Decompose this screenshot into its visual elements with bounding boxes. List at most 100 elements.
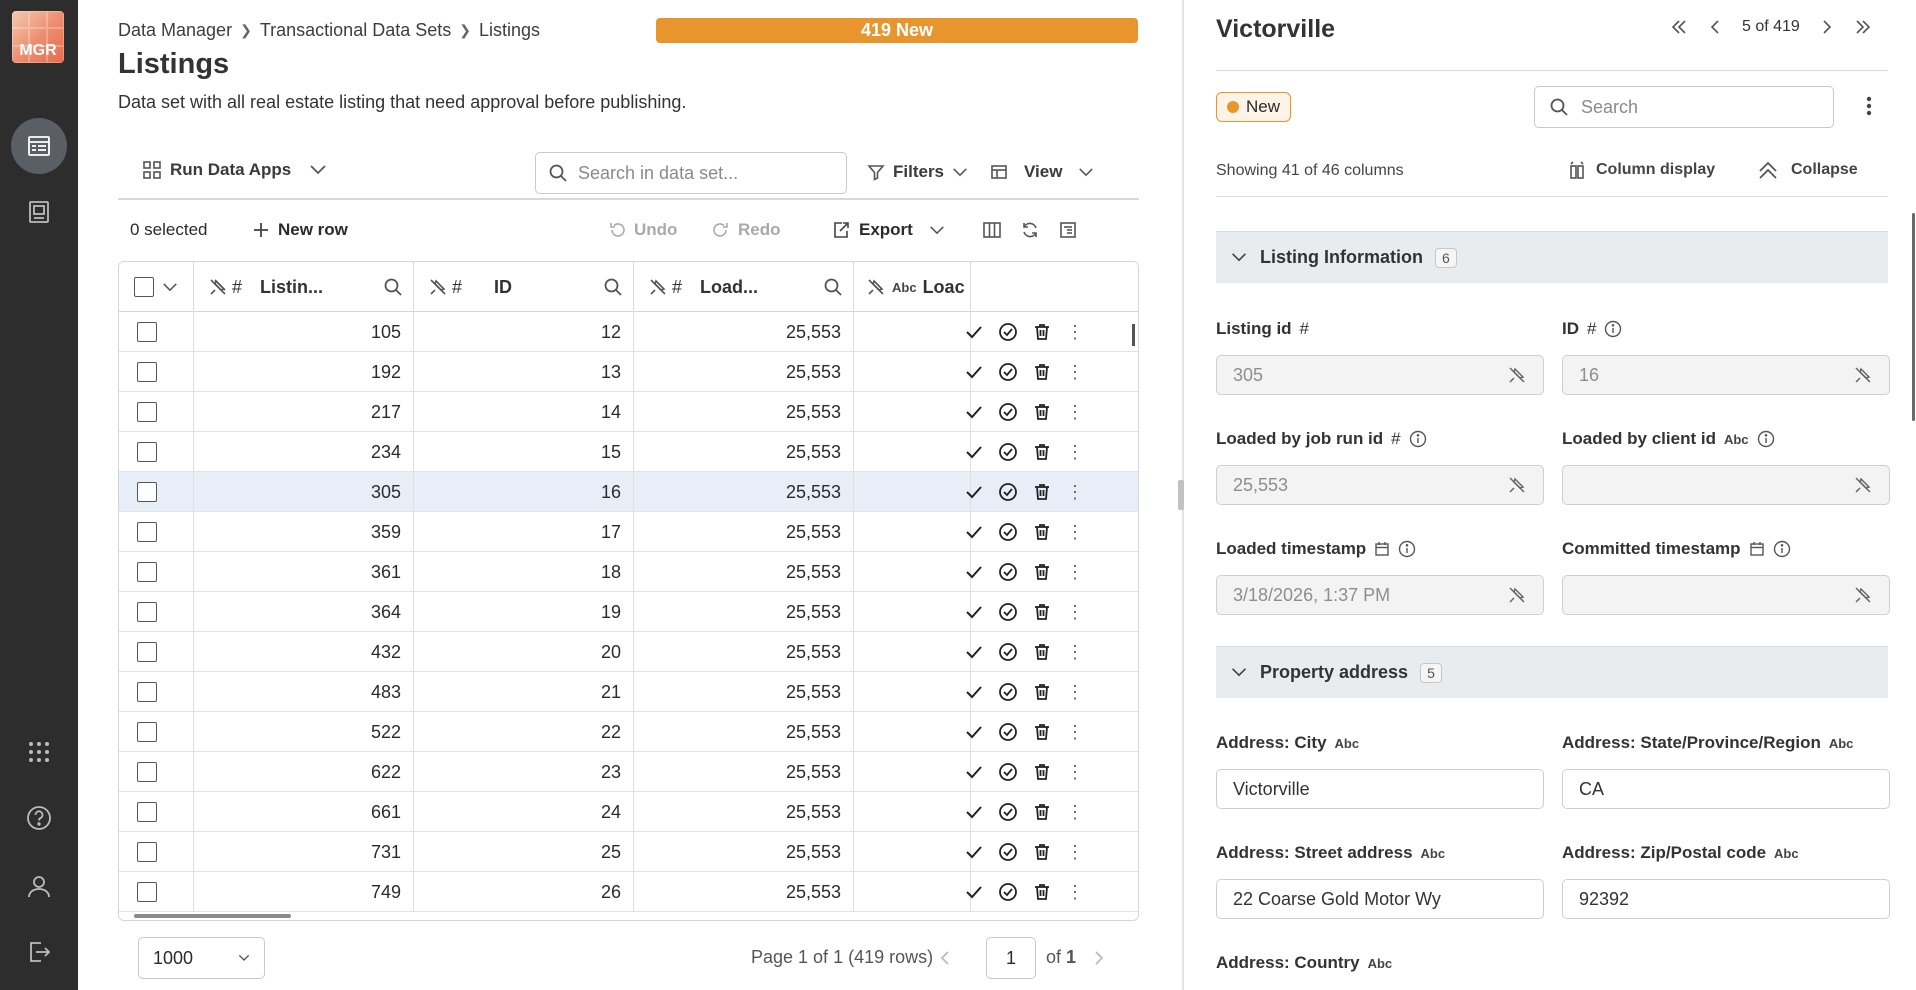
approve-circle-icon[interactable]	[998, 562, 1018, 582]
approve-check-icon[interactable]	[964, 562, 984, 582]
delete-icon[interactable]	[1032, 722, 1052, 742]
section-listing-information[interactable]: Listing Information 6	[1216, 231, 1888, 283]
approve-check-icon[interactable]	[964, 882, 984, 902]
delete-icon[interactable]	[1032, 642, 1052, 662]
id-cell[interactable]: 20	[414, 632, 634, 672]
approve-circle-icon[interactable]	[998, 402, 1018, 422]
column-header-loaded-client[interactable]: Abc Loac	[854, 262, 971, 312]
delete-icon[interactable]	[1032, 562, 1052, 582]
row-checkbox[interactable]	[137, 762, 157, 782]
listing-cell[interactable]: 432	[194, 632, 414, 672]
table-row[interactable]: 483 21 25,553 ⋮	[119, 672, 1138, 712]
listing-cell[interactable]: 622	[194, 752, 414, 792]
prev-record-icon[interactable]	[1710, 19, 1720, 35]
approve-check-icon[interactable]	[964, 482, 984, 502]
search-icon[interactable]	[823, 277, 843, 297]
row-checkbox[interactable]	[137, 322, 157, 342]
approve-check-icon[interactable]	[964, 522, 984, 542]
delete-icon[interactable]	[1032, 762, 1052, 782]
info-icon[interactable]	[1398, 540, 1416, 558]
id-field[interactable]: 16	[1562, 355, 1890, 395]
table-row[interactable]: 234 15 25,553 ⋮	[119, 432, 1138, 472]
view-button[interactable]: View	[990, 162, 1094, 182]
loaded-client-field[interactable]	[1562, 465, 1890, 505]
clear-value-icon[interactable]	[1853, 475, 1873, 495]
row-menu-icon[interactable]: ⋮	[1066, 442, 1084, 463]
delete-icon[interactable]	[1032, 682, 1052, 702]
listing-cell[interactable]: 105	[194, 312, 414, 352]
delete-icon[interactable]	[1032, 402, 1052, 422]
dataset-search-input[interactable]: Search in data set...	[535, 152, 847, 194]
id-cell[interactable]: 17	[414, 512, 634, 552]
delete-icon[interactable]	[1032, 362, 1052, 382]
approve-check-icon[interactable]	[964, 842, 984, 862]
id-cell[interactable]: 23	[414, 752, 634, 792]
sidebar-item-data-manager[interactable]	[11, 118, 67, 174]
sidebar-item-catalog[interactable]	[11, 184, 67, 240]
listing-cell[interactable]: 192	[194, 352, 414, 392]
delete-icon[interactable]	[1032, 442, 1052, 462]
row-menu-icon[interactable]: ⋮	[1066, 602, 1084, 623]
loaded-cell[interactable]: 25,553	[634, 832, 854, 872]
row-checkbox[interactable]	[137, 362, 157, 382]
loaded-client-cell[interactable]	[854, 872, 971, 912]
id-cell[interactable]: 12	[414, 312, 634, 352]
row-checkbox[interactable]	[137, 482, 157, 502]
field-search-input[interactable]: Search	[1534, 86, 1834, 128]
listing-cell[interactable]: 217	[194, 392, 414, 432]
row-checkbox[interactable]	[137, 842, 157, 862]
table-row[interactable]: 522 22 25,553 ⋮	[119, 712, 1138, 752]
city-field[interactable]: Victorville	[1216, 769, 1544, 809]
approve-check-icon[interactable]	[964, 722, 984, 742]
approve-circle-icon[interactable]	[998, 842, 1018, 862]
select-all-checkbox[interactable]	[134, 277, 154, 297]
delete-icon[interactable]	[1032, 802, 1052, 822]
table-row[interactable]: 192 13 25,553 ⋮	[119, 352, 1138, 392]
approve-circle-icon[interactable]	[998, 762, 1018, 782]
loaded-cell[interactable]: 25,553	[634, 512, 854, 552]
unpin-icon[interactable]	[428, 277, 448, 297]
loaded-client-cell[interactable]	[854, 792, 971, 832]
search-icon[interactable]	[383, 277, 403, 297]
loaded-cell[interactable]: 25,553	[634, 432, 854, 472]
approve-circle-icon[interactable]	[998, 602, 1018, 622]
last-record-icon[interactable]	[1854, 19, 1872, 35]
export-button[interactable]: Export	[831, 220, 945, 240]
row-checkbox[interactable]	[137, 602, 157, 622]
row-checkbox[interactable]	[137, 642, 157, 662]
new-count-banner[interactable]: 419 New	[656, 18, 1138, 43]
approve-circle-icon[interactable]	[998, 522, 1018, 542]
row-menu-icon[interactable]: ⋮	[1066, 482, 1084, 503]
run-data-apps-button[interactable]: Run Data Apps	[142, 160, 327, 180]
first-record-icon[interactable]	[1670, 19, 1688, 35]
loaded-client-cell[interactable]	[854, 432, 971, 472]
loaded-client-cell[interactable]	[854, 672, 971, 712]
row-menu-icon[interactable]: ⋮	[1066, 802, 1084, 823]
filters-button[interactable]: Filters	[867, 162, 968, 182]
row-checkbox[interactable]	[137, 402, 157, 422]
unpin-icon[interactable]	[208, 277, 228, 297]
column-header-id[interactable]: # ID	[414, 262, 634, 312]
loaded-client-cell[interactable]	[854, 712, 971, 752]
loaded-cell[interactable]: 25,553	[634, 672, 854, 712]
approve-circle-icon[interactable]	[998, 642, 1018, 662]
table-row[interactable]: 622 23 25,553 ⋮	[119, 752, 1138, 792]
table-row[interactable]: 217 14 25,553 ⋮	[119, 392, 1138, 432]
loaded-cell[interactable]: 25,553	[634, 472, 854, 512]
row-checkbox[interactable]	[137, 722, 157, 742]
approve-check-icon[interactable]	[964, 682, 984, 702]
chevron-down-icon[interactable]	[162, 282, 178, 293]
id-cell[interactable]: 24	[414, 792, 634, 832]
section-property-address[interactable]: Property address 5	[1216, 646, 1888, 698]
approve-check-icon[interactable]	[964, 442, 984, 462]
row-menu-icon[interactable]: ⋮	[1066, 762, 1084, 783]
listing-cell[interactable]: 359	[194, 512, 414, 552]
table-row[interactable]: 359 17 25,553 ⋮	[119, 512, 1138, 552]
panel-scrollbar[interactable]	[1912, 213, 1915, 421]
loaded-client-cell[interactable]	[854, 752, 971, 792]
delete-icon[interactable]	[1032, 482, 1052, 502]
unpin-icon[interactable]	[866, 277, 886, 297]
approve-check-icon[interactable]	[964, 402, 984, 422]
loaded-client-cell[interactable]	[854, 312, 971, 352]
id-cell[interactable]: 13	[414, 352, 634, 392]
